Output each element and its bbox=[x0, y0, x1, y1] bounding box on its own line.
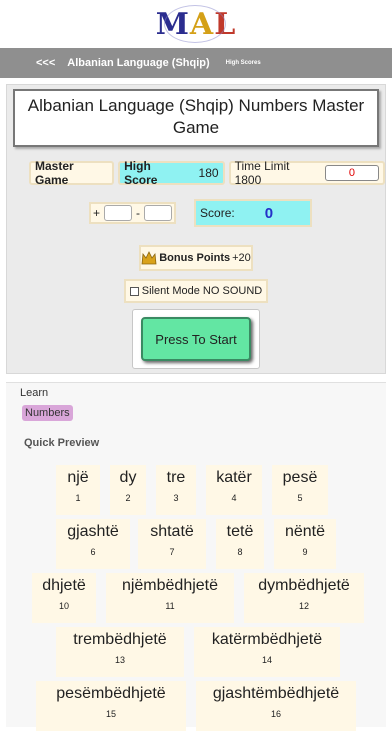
nav-bar: <<< Albanian Language (Shqip) High Score… bbox=[0, 48, 392, 78]
score-value: 0 bbox=[264, 204, 274, 222]
score-box: Score: 0 bbox=[194, 199, 313, 227]
app-logo: MAL bbox=[156, 4, 237, 43]
word-number: 16 bbox=[270, 709, 281, 719]
time-limit-chip: Time Limit 1800 0 bbox=[228, 159, 385, 187]
bonus-label: Bonus Points bbox=[159, 252, 231, 264]
silent-mode-label: Silent Mode NO SOUND bbox=[141, 285, 263, 297]
word-tile: katër 4 bbox=[206, 465, 262, 515]
word-tile: gjashtëmbëdhjetë 16 bbox=[196, 681, 356, 731]
word-tile: gjashtë 6 bbox=[56, 519, 130, 569]
word-text: tre bbox=[166, 469, 186, 486]
page-title: Albanian Language (Shqip) Numbers Master… bbox=[13, 89, 379, 147]
word-number: 5 bbox=[297, 493, 303, 503]
silent-mode-toggle[interactable]: Silent Mode NO SOUND bbox=[124, 279, 268, 303]
start-button-frame: Press To Start bbox=[132, 309, 260, 369]
word-tile: trembëdhjetë 13 bbox=[56, 627, 184, 677]
word-tile: një 1 bbox=[56, 465, 100, 515]
word-number: 9 bbox=[302, 547, 308, 557]
start-button[interactable]: Press To Start bbox=[141, 317, 251, 361]
word-number: 4 bbox=[231, 493, 237, 503]
nav-title: Albanian Language (Shqip) bbox=[67, 57, 210, 69]
word-number: 2 bbox=[125, 493, 131, 503]
minus-label: - bbox=[136, 206, 141, 220]
word-tile: pesëmbëdhjetë 15 bbox=[36, 681, 186, 731]
back-button[interactable]: <<< bbox=[36, 57, 55, 69]
word-text: gjashtëmbëdhjetë bbox=[212, 685, 340, 702]
word-tile: dymbëdhjetë 12 bbox=[244, 573, 364, 623]
high-scores-link[interactable]: High Scores bbox=[226, 60, 261, 66]
word-tile: njëmbëdhjetë 11 bbox=[106, 573, 234, 623]
word-number: 3 bbox=[173, 493, 179, 503]
learn-label: Learn bbox=[20, 387, 49, 399]
word-tile: shtatë 7 bbox=[138, 519, 206, 569]
word-text: trembëdhjetë bbox=[73, 631, 167, 648]
minus-input[interactable] bbox=[144, 205, 173, 221]
answer-row: + - Score: 0 bbox=[7, 199, 385, 227]
logo-bar: MAL bbox=[0, 0, 392, 48]
word-number: 8 bbox=[237, 547, 243, 557]
word-text: dhjetë bbox=[42, 577, 86, 594]
word-text: dy bbox=[119, 469, 137, 486]
word-tile: tre 3 bbox=[156, 465, 196, 515]
quick-preview-label: Quick Preview bbox=[24, 437, 100, 449]
word-number: 1 bbox=[75, 493, 81, 503]
word-tile: dhjetë 10 bbox=[32, 573, 96, 623]
word-text: shtatë bbox=[150, 523, 194, 540]
word-text: dymbëdhjetë bbox=[258, 577, 350, 594]
score-label: Score: bbox=[200, 206, 235, 220]
word-text: nëntë bbox=[284, 523, 326, 540]
word-number: 13 bbox=[114, 655, 125, 665]
master-game-chip: Master Game bbox=[29, 159, 115, 187]
time-counter: 0 bbox=[324, 165, 379, 181]
word-text: tetë bbox=[226, 523, 254, 540]
word-number: 14 bbox=[261, 655, 272, 665]
word-text: pesë bbox=[282, 469, 318, 486]
word-text: katërmbëdhjetë bbox=[211, 631, 323, 648]
stats-row: Master Game High Score 180 Time Limit 18… bbox=[29, 159, 385, 187]
word-number: 15 bbox=[105, 709, 116, 719]
word-text: pesëmbëdhjetë bbox=[56, 685, 166, 702]
bonus-points: Bonus Points +20 bbox=[139, 245, 253, 271]
high-score-value: 180 bbox=[198, 166, 219, 180]
word-tile: pesë 5 bbox=[272, 465, 328, 515]
word-tile: tetë 8 bbox=[216, 519, 264, 569]
bonus-value: +20 bbox=[232, 252, 251, 264]
word-text: gjashtë bbox=[67, 523, 119, 540]
word-text: një bbox=[67, 469, 89, 486]
word-number: 11 bbox=[165, 601, 175, 611]
word-number: 12 bbox=[298, 601, 309, 611]
time-limit-label: Time Limit 1800 bbox=[234, 159, 290, 187]
word-tile: katërmbëdhjetë 14 bbox=[194, 627, 340, 677]
word-tile: dy 2 bbox=[110, 465, 146, 515]
plus-label: + bbox=[93, 206, 101, 220]
answer-inputs: + - bbox=[89, 202, 177, 224]
learn-section: Learn Numbers Quick Preview një 1 dy 2 tre… bbox=[6, 382, 386, 731]
word-number: 7 bbox=[169, 547, 175, 557]
word-tile: nëntë 9 bbox=[274, 519, 336, 569]
crown-icon bbox=[141, 251, 157, 265]
word-number: 10 bbox=[58, 601, 69, 611]
high-score-chip: High Score 180 bbox=[118, 159, 225, 187]
plus-input[interactable] bbox=[104, 205, 133, 221]
numbers-tag[interactable]: Numbers bbox=[22, 405, 73, 421]
logo-ring bbox=[163, 4, 226, 43]
silent-mode-checkbox[interactable] bbox=[129, 286, 139, 296]
word-text: njëmbëdhjetë bbox=[121, 577, 219, 594]
word-text: katër bbox=[216, 469, 252, 486]
game-panel: Albanian Language (Shqip) Numbers Master… bbox=[6, 84, 386, 374]
word-number: 6 bbox=[90, 547, 96, 557]
high-score-label: High Score bbox=[124, 159, 158, 187]
